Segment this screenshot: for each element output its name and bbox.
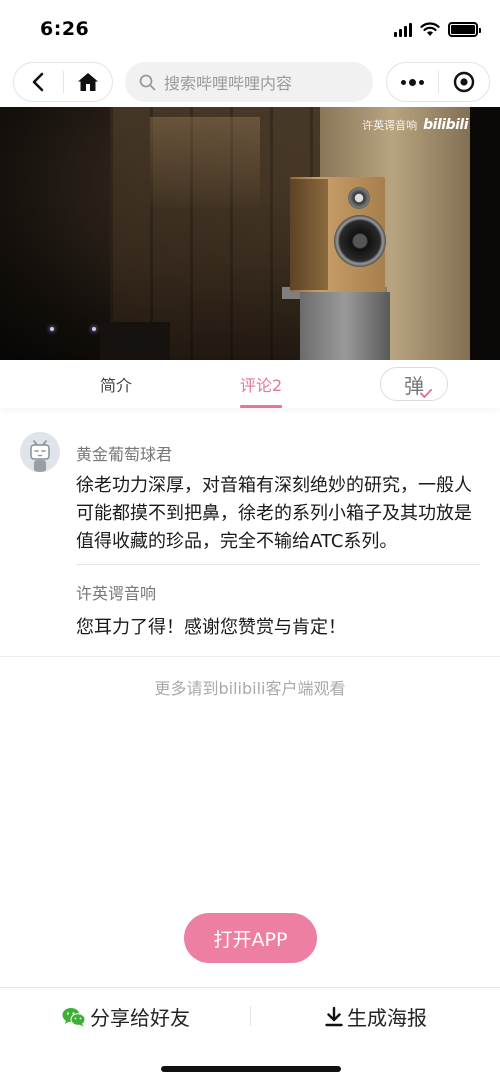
wechat-icon (62, 1007, 86, 1026)
open-app-button[interactable]: 打开APP (184, 913, 317, 963)
video-scene-edge (470, 107, 500, 360)
share-to-friend-button[interactable]: 分享给好友 (62, 1002, 190, 1031)
speaker-side (290, 179, 328, 290)
signal-icon (394, 22, 412, 37)
more-button[interactable] (387, 62, 438, 102)
share-label: 分享给好友 (90, 1006, 190, 1030)
speaker-stand (300, 292, 390, 360)
search-input[interactable]: 搜索哔哩哔哩内容 (125, 62, 373, 102)
tab-bar: 简介 评论2 弹 (0, 360, 500, 408)
download-icon (325, 1006, 343, 1026)
nav-bar: 搜索哔哩哔哩内容 (0, 58, 500, 106)
speaker-tweeter (348, 187, 370, 209)
bilibili-logo: bilibili (423, 117, 468, 133)
avatar[interactable] (20, 432, 60, 472)
target-circle-icon (453, 71, 474, 93)
wifi-icon (420, 22, 440, 36)
status-bar: 6:26 (0, 0, 500, 58)
status-icons (394, 22, 481, 37)
video-scene-shelf (100, 322, 170, 360)
nav-capsule-right (386, 62, 490, 102)
video-player[interactable]: 许英谔音响 bilibili (0, 107, 500, 360)
close-miniprogram-button[interactable] (438, 62, 489, 102)
comment-username[interactable]: 黄金葡萄球君 (76, 441, 172, 465)
reply-text: 您耳力了得！感谢您赞赏与肯定！ (76, 617, 346, 638)
tab-comments[interactable]: 评论2 (240, 372, 282, 396)
generate-poster-button[interactable]: 生成海报 (325, 1002, 427, 1031)
watermark-text: 许英谔音响 (362, 119, 418, 132)
reply-username[interactable]: 许英谔音响 (76, 580, 156, 604)
video-watermark: 许英谔音响 bilibili (362, 117, 468, 133)
comment-text: 徐老功力深厚，对音箱有深刻绝妙的研究，一般人可能都摸不到把鼻，徐老的系列小箱子及… (76, 475, 472, 552)
video-scene-light (150, 117, 260, 207)
poster-label: 生成海报 (347, 1006, 427, 1030)
tab-active-indicator (240, 405, 282, 408)
more-in-app-hint: 更多请到bilibili客户端观看 (154, 679, 346, 698)
device-led (50, 327, 54, 331)
battery-icon (448, 22, 481, 37)
search-icon (139, 74, 156, 90)
status-time: 6:26 (40, 18, 90, 40)
speaker-woofer (334, 215, 386, 267)
section-divider (0, 656, 500, 657)
back-button[interactable] (14, 62, 63, 102)
home-button[interactable] (63, 62, 112, 102)
bottom-bar: 分享给好友 生成海报 (0, 987, 500, 1043)
search-placeholder: 搜索哔哩哔哩内容 (164, 74, 293, 93)
danmaku-toggle-button[interactable]: 弹 (380, 367, 448, 401)
home-icon (77, 73, 98, 91)
default-avatar-icon (20, 432, 60, 472)
home-indicator (161, 1066, 341, 1072)
nav-capsule-left (13, 62, 113, 102)
bottom-divider (250, 1006, 251, 1026)
reply-divider (76, 564, 480, 565)
more-dots-icon (400, 78, 424, 86)
device-led (92, 327, 96, 331)
tab-intro[interactable]: 简介 (100, 372, 132, 396)
check-icon (420, 389, 432, 398)
back-arrow-icon (32, 72, 44, 92)
